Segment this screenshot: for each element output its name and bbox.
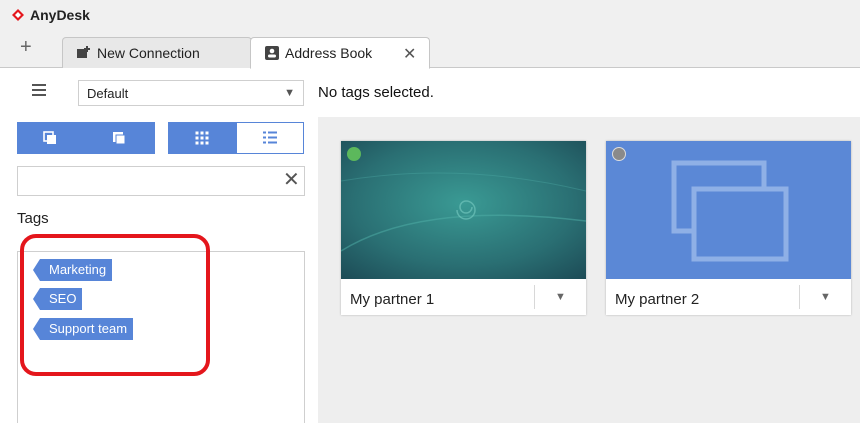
partner-name: My partner 2 [615,291,700,308]
chevron-down-icon[interactable]: ▼ [555,291,566,303]
tags-heading: Tags [17,210,49,227]
clear-search-icon[interactable]: ✕ [283,167,300,192]
divider [799,285,800,309]
plus-icon[interactable]: + [20,37,32,57]
grid-view-button[interactable] [168,122,236,154]
partner-card-2[interactable]: My partner 2 ▼ [606,141,851,315]
chevron-down-icon[interactable]: ▼ [820,291,831,303]
app-name: AnyDesk [30,7,90,23]
view-small-button[interactable] [17,122,83,154]
view-large-icon [113,132,126,145]
desktop-thumbnail [341,141,586,279]
tab-label: Address Book [285,45,373,61]
status-text: No tags selected. [318,84,434,101]
tab-new-connection[interactable]: New Connection [62,37,252,69]
address-book-select[interactable]: Default ▼ [78,80,304,106]
tag-seo[interactable]: SEO [32,288,83,310]
divider [534,285,535,309]
chevron-down-icon: ▼ [284,87,295,99]
address-book-content: My partner 1 ▼ My partner 2 ▼ [318,117,860,423]
hamburger-menu-icon[interactable] [32,84,46,98]
new-connection-icon [77,46,90,58]
close-icon[interactable]: ✕ [403,44,416,64]
tag-marketing[interactable]: Marketing [32,259,113,281]
view-small-icon [43,131,56,144]
desktop-placeholder-thumbnail [606,141,851,279]
sidebar: Default ▼ ✕ Tags [0,68,312,423]
grid-view-icon [195,131,209,145]
tag-support-team[interactable]: Support team [32,318,134,340]
partner-name: My partner 1 [350,291,435,308]
view-large-button[interactable] [83,122,155,154]
online-status-icon [347,147,361,161]
address-book-icon [265,46,279,60]
tab-label: New Connection [97,45,200,61]
tag-search-input[interactable] [17,166,305,196]
title-bar: AnyDesk [0,0,860,30]
partner-card-1[interactable]: My partner 1 ▼ [341,141,586,315]
offline-status-icon [612,147,626,161]
list-view-icon [263,131,277,144]
list-view-button[interactable] [236,122,304,154]
anydesk-logo-icon [12,9,24,21]
select-value: Default [87,86,129,101]
tab-address-book[interactable]: Address Book ✕ [250,37,430,69]
